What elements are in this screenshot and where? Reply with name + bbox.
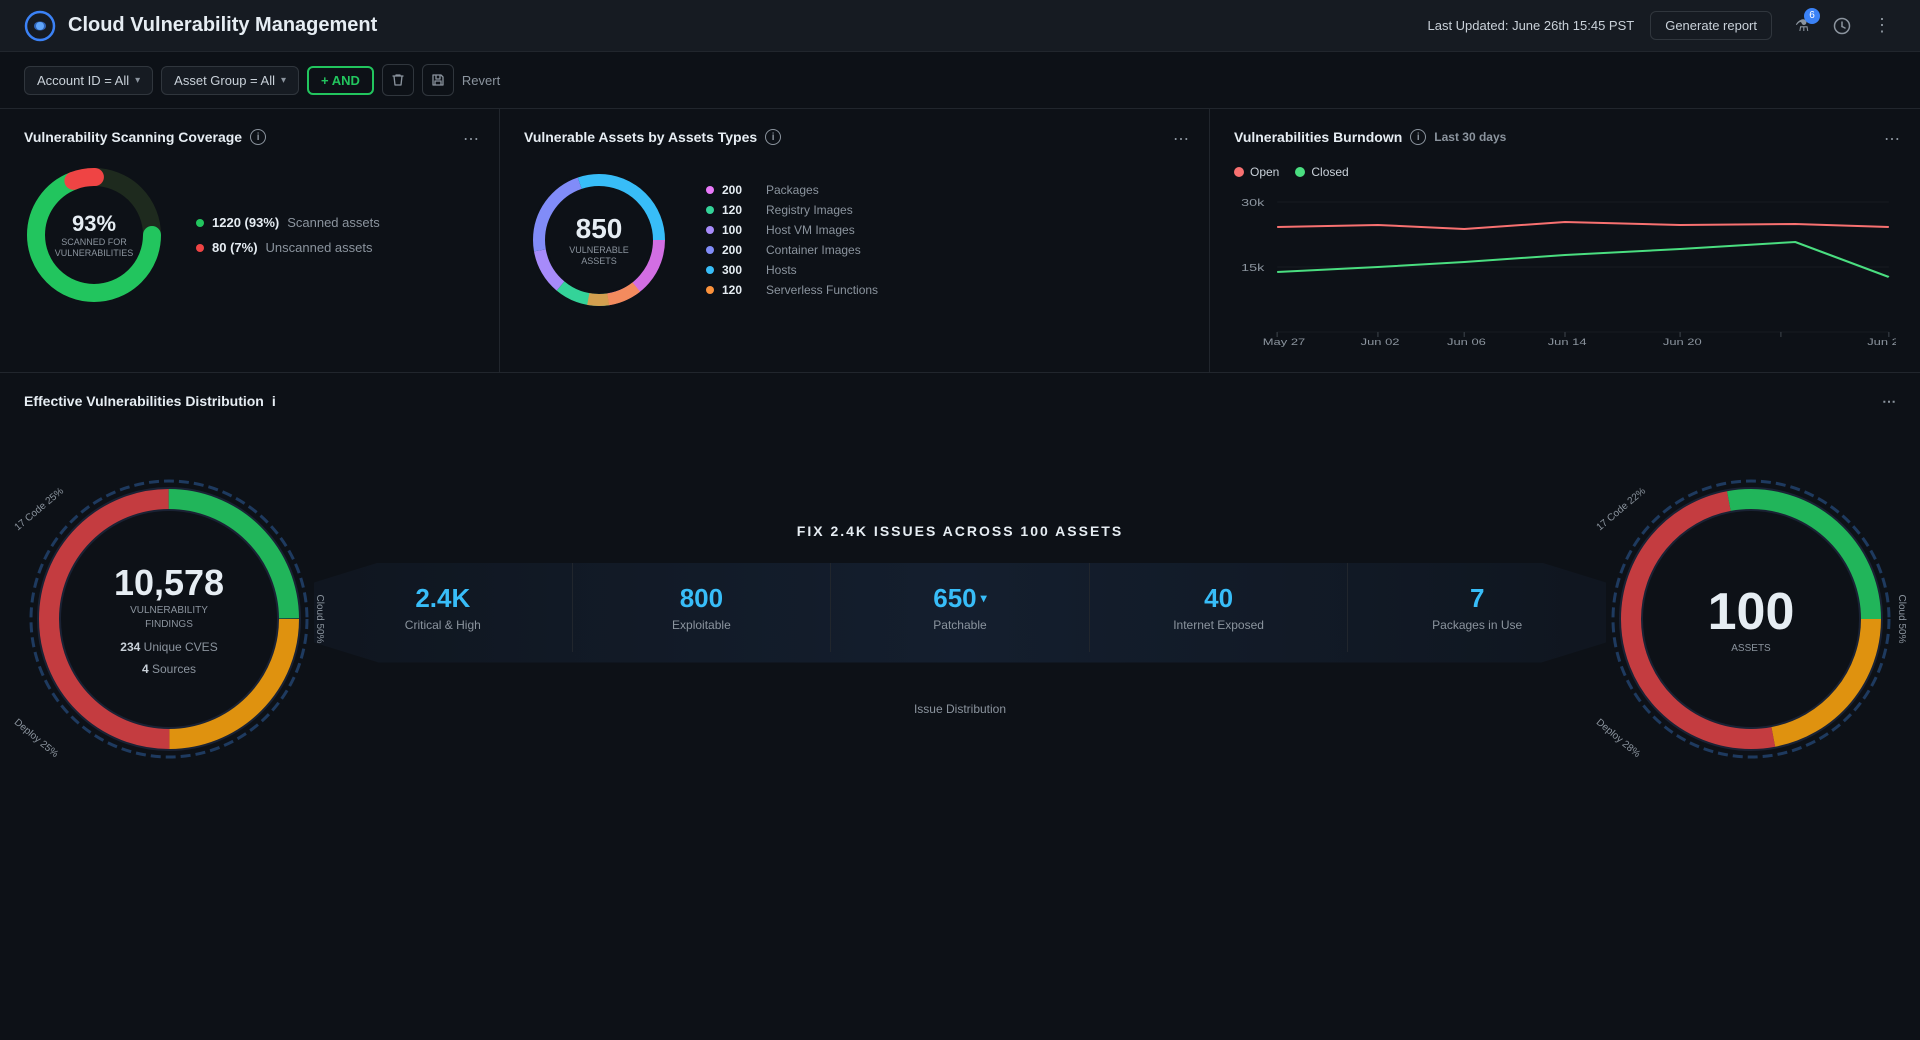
metric-exploitable: 800 Exploitable xyxy=(573,563,832,652)
legend-hosts: 300 Hosts xyxy=(706,263,878,277)
unscanned-dot xyxy=(196,244,204,252)
app-logo xyxy=(24,10,56,42)
scanning-content: 93% SCANNED FOR VULNERABILITIES 1220 (93… xyxy=(24,165,475,305)
asset-legend: 200 Packages 120 Registry Images 100 Hos… xyxy=(706,183,878,297)
vuln-assets-panel-menu[interactable]: ⋯ xyxy=(1173,129,1189,149)
burndown-legend: Open Closed xyxy=(1234,165,1896,179)
vuln-assets-title: Vulnerable Assets by Assets Types i xyxy=(524,129,781,145)
closed-legend: Closed xyxy=(1295,165,1348,179)
distribution-title: Effective Vulnerabilities Distribution i… xyxy=(24,393,1896,409)
top-panels: Vulnerability Scanning Coverage i ⋯ 93% … xyxy=(0,109,1920,373)
metric-internet-exposed: 40 Internet Exposed xyxy=(1090,563,1349,652)
cloud-label-left: Cloud 50% xyxy=(314,595,325,644)
vuln-assets-center: 850 VULNERABLE ASSETS xyxy=(569,213,629,267)
funnel-metrics: 2.4K Critical & High 800 Exploitable 650… xyxy=(314,563,1606,652)
more-options-button[interactable]: ⋮ xyxy=(1868,12,1896,40)
scanning-panel-title: Vulnerability Scanning Coverage i xyxy=(24,129,266,145)
save-icon xyxy=(431,73,445,87)
svg-text:Jun 06: Jun 06 xyxy=(1447,338,1486,347)
left-big-donut: 17 Code 25% Deploy 25% Cloud 50% xyxy=(24,474,314,764)
trash-icon xyxy=(391,73,405,87)
last-updated: Last Updated: June 26th 15:45 PST xyxy=(1427,18,1634,33)
chevron-down-icon: ▾ xyxy=(281,75,286,86)
app-title: Cloud Vulnerability Management xyxy=(68,14,377,37)
burndown-panel: Vulnerabilities Burndown i Last 30 days … xyxy=(1210,109,1920,372)
ellipsis-icon: ⋮ xyxy=(1873,15,1891,36)
distribution-menu[interactable]: ⋯ xyxy=(1882,393,1896,410)
svg-text:Jun 14: Jun 14 xyxy=(1548,338,1587,347)
distribution-info-icon[interactable]: i xyxy=(272,393,276,409)
save-filter-button[interactable] xyxy=(422,64,454,96)
burndown-panel-menu[interactable]: ⋯ xyxy=(1884,129,1900,149)
account-id-filter[interactable]: Account ID = All ▾ xyxy=(24,66,153,95)
svg-text:Jun 20: Jun 20 xyxy=(1663,338,1702,347)
chevron-down-icon: ▾ xyxy=(135,75,140,86)
right-donut-center: 100 ASSETS xyxy=(1708,582,1795,656)
scanning-donut: 93% SCANNED FOR VULNERABILITIES xyxy=(24,165,164,305)
scan-stats: 1220 (93%) Scanned assets 80 (7%) Unscan… xyxy=(196,215,380,255)
issue-dist-row: Issue Distribution xyxy=(902,702,1018,716)
legend-packages: 200 Packages xyxy=(706,183,878,197)
left-donut-center: 10,578 VULNERABILITY FINDINGS 234 Unique… xyxy=(114,562,224,676)
open-legend: Open xyxy=(1234,165,1279,179)
metric-critical-high: 2.4K Critical & High xyxy=(314,563,573,652)
header: Cloud Vulnerability Management Last Upda… xyxy=(0,0,1920,52)
svg-text:Jun 26: Jun 26 xyxy=(1867,338,1896,347)
scanning-coverage-panel: Vulnerability Scanning Coverage i ⋯ 93% … xyxy=(0,109,500,372)
notification-badge: 6 xyxy=(1804,8,1820,24)
revert-button[interactable]: Revert xyxy=(462,73,500,88)
scanned-dot xyxy=(196,219,204,227)
legend-registry: 120 Registry Images xyxy=(706,203,878,217)
vuln-assets-content: 850 VULNERABLE ASSETS 200 Packages 120 R… xyxy=(524,165,1185,315)
header-icons: ⚗ 6 ⋮ xyxy=(1788,12,1896,40)
vuln-assets-info-icon[interactable]: i xyxy=(765,129,781,145)
generate-report-button[interactable]: Generate report xyxy=(1650,11,1772,40)
filter-icon-button[interactable]: ⚗ 6 xyxy=(1788,12,1816,40)
svg-text:Jun 02: Jun 02 xyxy=(1361,338,1400,347)
metric-packages-in-use: 7 Packages in Use xyxy=(1348,563,1606,652)
clock-icon-button[interactable] xyxy=(1828,12,1856,40)
funnel-title: FIX 2.4K ISSUES ACROSS 100 ASSETS xyxy=(797,523,1123,539)
unscanned-stat: 80 (7%) Unscanned assets xyxy=(196,240,380,255)
svg-text:30k: 30k xyxy=(1241,197,1265,208)
distribution-area: 17 Code 25% Deploy 25% Cloud 50% xyxy=(24,429,1896,809)
metric-patchable: 650 ▾ Patchable xyxy=(831,563,1090,652)
cloud-label-right: Cloud 50% xyxy=(1896,595,1907,644)
svg-text:May 27: May 27 xyxy=(1263,338,1305,347)
distribution-section: Effective Vulnerabilities Distribution i… xyxy=(0,373,1920,829)
burndown-title: Vulnerabilities Burndown i Last 30 days xyxy=(1234,129,1506,145)
legend-container: 200 Container Images xyxy=(706,243,878,257)
issue-dist-label: Issue Distribution xyxy=(914,702,1006,716)
header-right: Last Updated: June 26th 15:45 PST Genera… xyxy=(1427,11,1896,40)
vuln-assets-donut: 850 VULNERABLE ASSETS xyxy=(524,165,674,315)
header-left: Cloud Vulnerability Management xyxy=(24,10,377,42)
svg-text:15k: 15k xyxy=(1241,262,1265,273)
scanning-panel-menu[interactable]: ⋯ xyxy=(463,129,479,149)
vulnerable-assets-panel: Vulnerable Assets by Assets Types i ⋯ xyxy=(500,109,1210,372)
delete-filter-button[interactable] xyxy=(382,64,414,96)
right-big-donut: 17 Code 22% Deploy 28% Cloud 50% 100 A xyxy=(1606,474,1896,764)
legend-hostvm: 100 Host VM Images xyxy=(706,223,878,237)
scanned-stat: 1220 (93%) Scanned assets xyxy=(196,215,380,230)
asset-group-filter[interactable]: Asset Group = All ▾ xyxy=(161,66,299,95)
scanning-info-icon[interactable]: i xyxy=(250,129,266,145)
funnel-middle: FIX 2.4K ISSUES ACROSS 100 ASSETS 2.4K C… xyxy=(314,523,1606,716)
burndown-chart: 30k 15k May 27 Jun 02 Jun 06 Jun 14 Jun … xyxy=(1234,187,1896,347)
and-button[interactable]: + AND xyxy=(307,66,374,95)
filter-bar: Account ID = All ▾ Asset Group = All ▾ +… xyxy=(0,52,1920,109)
legend-serverless: 120 Serverless Functions xyxy=(706,283,878,297)
burndown-info-icon[interactable]: i xyxy=(1410,129,1426,145)
main-content: Vulnerability Scanning Coverage i ⋯ 93% … xyxy=(0,109,1920,829)
scanning-donut-label: 93% SCANNED FOR VULNERABILITIES xyxy=(55,211,134,259)
clock-icon xyxy=(1833,17,1851,35)
